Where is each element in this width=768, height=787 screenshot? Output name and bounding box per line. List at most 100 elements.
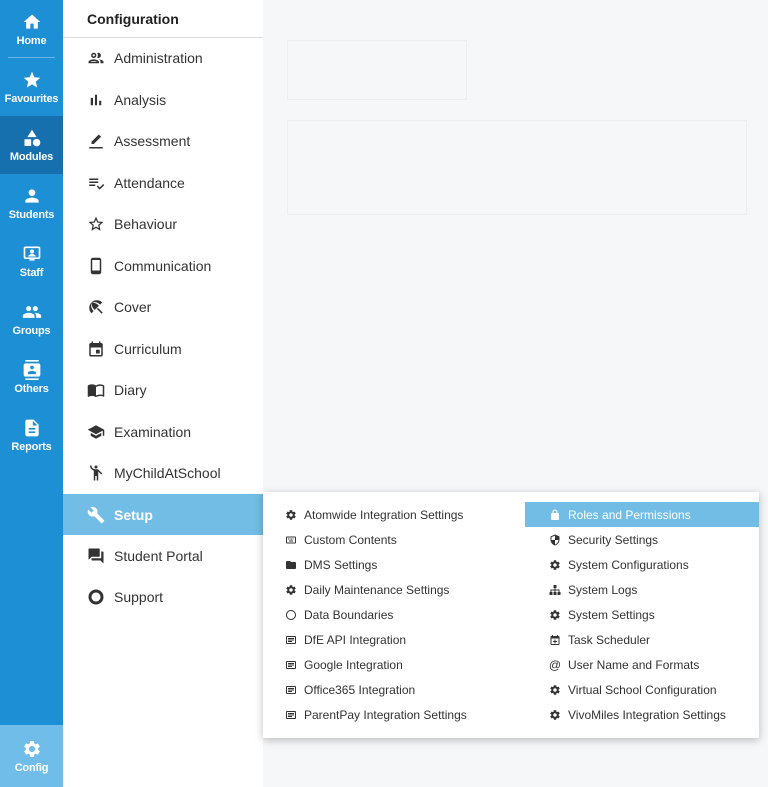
wrench-icon [87,506,105,524]
gear-icon [548,708,562,722]
rail-item-favourites[interactable]: Favourites [0,58,63,116]
rail-item-groups[interactable]: Groups [0,290,63,348]
circle-icon [284,608,298,622]
flyout-label: Data Boundaries [304,607,394,622]
flyout-item-dms-settings[interactable]: DMS Settings [284,552,504,577]
flyout-item-user-name-and-formats[interactable]: @ User Name and Formats [525,652,759,677]
menu-label: Communication [114,257,212,274]
menu-item-behaviour[interactable]: Behaviour [63,203,263,244]
flyout-item-system-logs[interactable]: System Logs [525,577,759,602]
rail-item-students[interactable]: Students [0,174,63,232]
menu-label: Administration [114,49,203,66]
rail-item-staff[interactable]: Staff [0,232,63,290]
pencil-icon [87,132,105,150]
flyout-item-google-integration[interactable]: Google Integration [284,652,504,677]
umbrella-icon [87,298,105,316]
menu-label: Examination [114,423,192,440]
star-outline-icon [87,215,105,233]
flyout-label: System Settings [568,607,655,622]
document-icon [22,418,42,438]
checklist-icon [87,174,105,192]
flyout-label: VivoMiles Integration Settings [568,707,726,722]
menu-item-mychildatschool[interactable]: MyChildAtSchool [63,452,263,493]
flyout-label: DfE API Integration [304,632,407,647]
menu-label: Cover [114,298,152,315]
menu-label: Diary [114,381,147,398]
menu-label: Student Portal [114,547,203,564]
chat-icon [87,547,105,565]
menu-item-examination[interactable]: Examination [63,411,263,452]
menu-label: Analysis [114,91,167,108]
menu-item-diary[interactable]: Diary [63,369,263,410]
flyout-label: Daily Maintenance Settings [304,582,450,597]
keyboard-icon [284,533,298,547]
menu-item-cover[interactable]: Cover [63,286,263,327]
rail-label-modules: Modules [9,150,54,163]
menu-label: Setup [114,506,153,523]
shield-icon [548,533,562,547]
rail-item-others[interactable]: Others [0,348,63,406]
at-icon: @ [548,657,562,672]
gear-icon [548,683,562,697]
configuration-panel: Configuration Administration Analysis As… [63,0,263,787]
rail-item-modules[interactable]: Modules [0,116,63,174]
list-icon [284,708,298,722]
rail-label-others: Others [14,382,49,395]
people-outline-icon [87,49,105,67]
flyout-label: Task Scheduler [568,632,651,647]
menu-item-support[interactable]: Support [63,576,263,617]
menu-item-administration[interactable]: Administration [63,37,263,78]
phone-icon [87,257,105,275]
gear-icon [548,608,562,622]
flyout-item-parentpay-integration-settings[interactable]: ParentPay Integration Settings [284,702,504,727]
menu-label: Attendance [114,174,185,191]
menu-item-attendance[interactable]: Attendance [63,162,263,203]
flyout-label: Virtual School Configuration [568,682,717,697]
menu-label: Support [114,588,164,605]
background-card [287,120,747,215]
calendar-icon [87,340,105,358]
flyout-label: Atomwide Integration Settings [304,507,464,522]
rail-item-home[interactable]: Home [0,0,63,58]
menu-label: Behaviour [114,215,178,232]
gear-icon [284,583,298,597]
rail-label-groups: Groups [12,324,51,337]
menu-item-setup[interactable]: Setup [63,494,263,535]
gear-icon [22,739,42,759]
rail-label-staff: Staff [19,266,44,279]
flyout-label: Roles and Permissions [568,507,691,522]
flyout-item-virtual-school-configuration[interactable]: Virtual School Configuration [525,677,759,702]
menu-item-analysis[interactable]: Analysis [63,79,263,120]
shapes-icon [22,128,42,148]
rail-label-config: Config [14,761,49,774]
menu-item-curriculum[interactable]: Curriculum [63,328,263,369]
rail-item-config[interactable]: Config [0,725,63,787]
menu-label: Assessment [114,132,191,149]
flyout-item-office365-integration[interactable]: Office365 Integration [284,677,504,702]
flyout-item-daily-maintenance-settings[interactable]: Daily Maintenance Settings [284,577,504,602]
menu-item-communication[interactable]: Communication [63,245,263,286]
flyout-item-custom-contents[interactable]: Custom Contents [284,527,504,552]
flyout-label: System Configurations [568,557,689,572]
rail-label-home: Home [16,34,47,47]
flyout-item-system-settings[interactable]: System Settings [525,602,759,627]
flyout-item-roles-and-permissions[interactable]: Roles and Permissions [525,502,759,527]
flyout-item-data-boundaries[interactable]: Data Boundaries [284,602,504,627]
flyout-item-atomwide-integration-settings[interactable]: Atomwide Integration Settings [284,502,504,527]
flyout-item-vivomiles-integration-settings[interactable]: VivoMiles Integration Settings [525,702,759,727]
left-rail: Home Favourites Modules Students Staff G… [0,0,63,787]
setup-flyout-menu: Atomwide Integration Settings Custom Con… [263,492,759,738]
menu-item-student-portal[interactable]: Student Portal [63,535,263,576]
person-icon [22,186,42,206]
flyout-item-task-scheduler[interactable]: Task Scheduler [525,627,759,652]
book-icon [87,381,105,399]
lock-icon [548,508,562,522]
panel-title: Configuration [63,0,263,38]
ring-icon [87,588,105,606]
menu-item-assessment[interactable]: Assessment [63,120,263,161]
flyout-item-system-configurations[interactable]: System Configurations [525,552,759,577]
flyout-item-dfe-api-integration[interactable]: DfE API Integration [284,627,504,652]
rail-label-reports: Reports [11,440,52,453]
flyout-item-security-settings[interactable]: Security Settings [525,527,759,552]
rail-item-reports[interactable]: Reports [0,406,63,464]
